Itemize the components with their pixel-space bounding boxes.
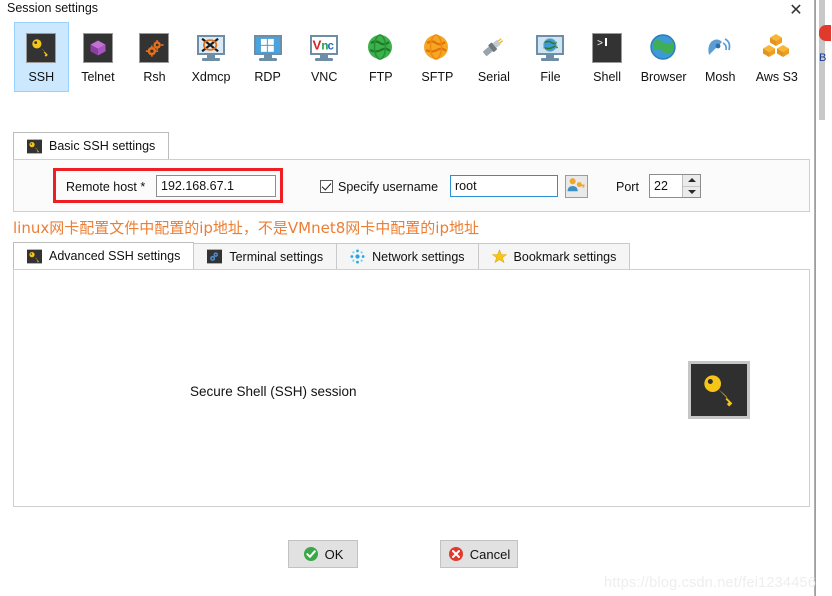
port-stepper[interactable]: 22 (649, 174, 701, 198)
protocol-button-file[interactable]: File (523, 22, 578, 92)
windows-monitor-icon (253, 33, 283, 63)
dialog-titlebar: Session settings ✕ (0, 0, 815, 20)
x-monitor-icon (196, 33, 226, 63)
orange-globe-icon (422, 33, 452, 63)
tab-label: Advanced SSH settings (49, 249, 181, 263)
svg-text:c: c (328, 40, 335, 52)
network-dots-icon (350, 249, 365, 264)
cancel-button[interactable]: Cancel (440, 540, 518, 568)
protocol-label: SSH (28, 70, 55, 84)
background-red-marker (819, 25, 831, 41)
tab-terminal-settings[interactable]: Terminal settings (193, 243, 338, 269)
protocol-button-shell[interactable]: > Shell (580, 22, 635, 92)
ok-button[interactable]: OK (288, 540, 358, 568)
username-input[interactable] (450, 175, 558, 197)
aws-cubes-icon (762, 33, 792, 63)
cube-icon (82, 33, 113, 63)
vnc-monitor-icon: V n c (309, 33, 339, 63)
red-x-icon (448, 546, 464, 562)
protocol-label: Xdmcp (191, 70, 231, 84)
protocol-button-telnet[interactable]: Telnet (71, 22, 126, 92)
protocol-label: Mosh (704, 70, 736, 84)
plug-icon (479, 33, 509, 63)
protocol-label: SFTP (421, 70, 454, 84)
protocol-label: VNC (310, 70, 338, 84)
protocol-button-ftp[interactable]: FTP (353, 22, 408, 92)
protocol-label: Browser (640, 70, 687, 84)
watermark: https://blog.csdn.net/fei1234456 (604, 575, 816, 591)
background-letter: B (819, 52, 827, 64)
svg-text:V: V (313, 37, 322, 52)
protocol-label: Telnet (81, 70, 115, 84)
green-check-icon (303, 546, 319, 562)
tab-label: Basic SSH settings (49, 139, 156, 153)
key-icon (26, 33, 57, 63)
triangle-down-icon[interactable] (683, 186, 700, 197)
star-icon (491, 249, 507, 264)
triangle-up-icon[interactable] (683, 175, 700, 187)
protocol-label: File (540, 70, 561, 84)
background-window-sliver: B (815, 0, 832, 596)
session-description: Secure Shell (SSH) session (190, 384, 357, 399)
specify-username-checkbox[interactable] (320, 180, 333, 193)
tab-advanced-ssh-settings[interactable]: Advanced SSH settings (13, 242, 195, 269)
protocol-label: Aws S3 (755, 70, 798, 84)
key-icon (27, 249, 42, 264)
protocol-label: FTP (368, 70, 393, 84)
file-monitor-icon (535, 33, 565, 63)
user-key-icon[interactable] (565, 175, 588, 198)
protocol-button-mosh[interactable]: Mosh (693, 22, 748, 92)
protocol-button-ssh[interactable]: SSH (14, 22, 69, 92)
session-settings-dialog: Session settings ✕ SSH Telnet Rsh Xdmcp … (0, 0, 815, 596)
svg-text:>: > (597, 39, 603, 50)
protocol-button-serial[interactable]: Serial (467, 22, 522, 92)
tab-bookmark-settings[interactable]: Bookmark settings (477, 243, 631, 269)
protocol-label: RDP (254, 70, 281, 84)
gears-icon (207, 249, 223, 264)
port-label: Port (616, 180, 639, 194)
protocol-toolbar: SSH Telnet Rsh Xdmcp RDP V n c VNC FTP S… (0, 22, 806, 110)
blue-globe-icon (649, 33, 679, 63)
terminal-icon: > (592, 33, 623, 63)
protocol-button-sftp[interactable]: SFTP (410, 22, 465, 92)
close-icon[interactable]: ✕ (783, 0, 809, 20)
remote-host-label: Remote host * (66, 180, 146, 194)
gears-icon (139, 33, 170, 63)
basic-tabstrip: Basic SSH settings (13, 132, 170, 159)
protocol-label: Shell (593, 70, 621, 84)
key-icon (27, 139, 42, 154)
green-globe-icon (366, 33, 396, 63)
tab-label: Terminal settings (229, 249, 324, 264)
protocol-button-rdp[interactable]: RDP (240, 22, 295, 92)
ok-label: OK (324, 546, 344, 562)
specify-username-label: Specify username (338, 180, 439, 194)
window-title: Session settings (7, 1, 99, 15)
tab-network-settings[interactable]: Network settings (336, 243, 479, 269)
protocol-label: Rsh (143, 70, 166, 84)
protocol-label: Serial (477, 70, 510, 84)
tab-label: Network settings (372, 249, 465, 264)
annotation-text: linux网卡配置文件中配置的ip地址，不是VMnet8网卡中配置的ip地址 (13, 219, 479, 237)
protocol-button-browser[interactable]: Browser (636, 22, 691, 92)
remote-host-input[interactable] (156, 175, 276, 197)
tab-basic-ssh-settings[interactable]: Basic SSH settings (13, 132, 170, 159)
settings-tabstrip: Advanced SSH settings Terminal settings (13, 242, 631, 269)
protocol-button-aws-s3[interactable]: Aws S3 (750, 22, 805, 92)
key-icon (688, 361, 750, 419)
protocol-button-vnc[interactable]: V n c VNC (297, 22, 352, 92)
cancel-label: Cancel (469, 546, 511, 562)
satellite-icon (705, 33, 735, 63)
tab-label: Bookmark settings (513, 249, 617, 264)
protocol-button-xdmcp[interactable]: Xdmcp (184, 22, 239, 92)
port-value: 22 (654, 179, 668, 193)
protocol-button-rsh[interactable]: Rsh (127, 22, 182, 92)
